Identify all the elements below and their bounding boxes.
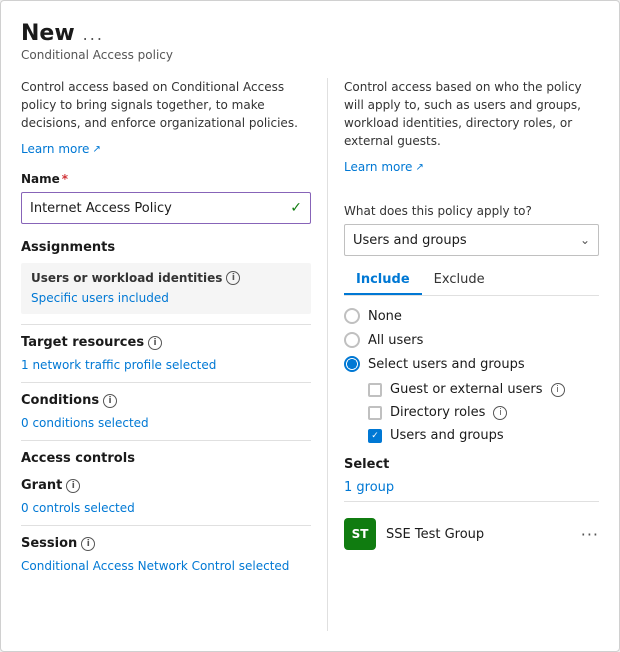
checkbox-users-groups-label: Users and groups: [390, 428, 504, 443]
checkbox-users-groups-box: [368, 429, 382, 443]
radio-none-label: None: [368, 309, 402, 324]
radio-all-users[interactable]: All users: [344, 332, 599, 348]
guest-info-icon[interactable]: i: [551, 383, 565, 397]
grant-label: Grant i: [21, 474, 311, 493]
select-label: Select: [344, 457, 599, 472]
radio-none[interactable]: None: [344, 308, 599, 324]
radio-none-circle: [344, 308, 360, 324]
checkbox-guest[interactable]: Guest or external users i: [368, 382, 599, 397]
main-content: Control access based on Conditional Acce…: [21, 78, 599, 631]
checkmark-icon: ✓: [290, 200, 302, 216]
group-item: ST SSE Test Group ···: [344, 512, 599, 556]
page-container: New ... Conditional Access policy Contro…: [0, 0, 620, 652]
checkbox-directory-label: Directory roles: [390, 405, 485, 420]
directory-info-icon[interactable]: i: [493, 406, 507, 420]
group-link[interactable]: 1 group: [344, 480, 394, 495]
radio-all-users-label: All users: [368, 333, 423, 348]
session-link[interactable]: Conditional Access Network Control selec…: [21, 559, 311, 573]
tab-exclude[interactable]: Exclude: [422, 266, 497, 295]
users-info-icon[interactable]: i: [226, 271, 240, 285]
divider: [344, 501, 599, 502]
right-description: Control access based on who the policy w…: [344, 78, 599, 150]
right-learn-more-link[interactable]: Learn more: [344, 160, 424, 174]
grant-info-icon[interactable]: i: [66, 479, 80, 493]
group-avatar: ST: [344, 518, 376, 550]
dropdown-arrow-icon: ⌄: [580, 233, 590, 247]
checkbox-guest-box: [368, 383, 382, 397]
left-learn-more-link[interactable]: Learn more: [21, 142, 101, 156]
radio-group: None All users Select users and groups: [344, 308, 599, 372]
checkbox-directory[interactable]: Directory roles i: [368, 405, 599, 420]
radio-select-users[interactable]: Select users and groups: [344, 356, 599, 372]
conditions-info-icon[interactable]: i: [103, 394, 117, 408]
right-panel: Control access based on who the policy w…: [327, 78, 599, 631]
target-resources-link[interactable]: 1 network traffic profile selected: [21, 358, 311, 372]
radio-select-users-circle: [344, 356, 360, 372]
session-info-icon[interactable]: i: [81, 537, 95, 551]
page-header: New ...: [21, 21, 599, 46]
users-specific-link[interactable]: Specific users included: [31, 291, 169, 305]
policy-question: What does this policy apply to?: [344, 204, 599, 218]
left-panel: Control access based on Conditional Acce…: [21, 78, 311, 631]
group-more-icon[interactable]: ···: [581, 525, 599, 544]
left-description: Control access based on Conditional Acce…: [21, 78, 311, 132]
target-resources-label: Target resources i: [21, 324, 311, 350]
checkbox-guest-label: Guest or external users: [390, 382, 543, 397]
checkbox-directory-box: [368, 406, 382, 420]
grant-link[interactable]: 0 controls selected: [21, 501, 311, 515]
radio-select-users-label: Select users and groups: [368, 357, 525, 372]
policy-dropdown[interactable]: Users and groups ⌄: [344, 224, 599, 256]
conditions-link[interactable]: 0 conditions selected: [21, 416, 311, 430]
group-name: SSE Test Group: [386, 527, 571, 542]
page-subtitle: Conditional Access policy: [21, 48, 599, 62]
name-label: Name*: [21, 172, 311, 186]
header-more-icon[interactable]: ...: [83, 25, 104, 44]
tab-include[interactable]: Include: [344, 266, 422, 295]
radio-all-users-circle: [344, 332, 360, 348]
target-resources-info-icon[interactable]: i: [148, 336, 162, 350]
page-title: New: [21, 21, 75, 46]
name-input[interactable]: Internet Access Policy ✓: [21, 192, 311, 224]
users-section[interactable]: Users or workload identities i Specific …: [21, 263, 311, 314]
conditions-label: Conditions i: [21, 382, 311, 408]
assignments-label: Assignments: [21, 240, 311, 255]
required-indicator: *: [62, 172, 68, 186]
checkbox-group: Guest or external users i Directory role…: [368, 382, 599, 443]
access-controls-label: Access controls: [21, 440, 311, 466]
users-section-label: Users or workload identities i: [31, 271, 301, 285]
checkbox-users-groups[interactable]: Users and groups: [368, 428, 599, 443]
dropdown-value: Users and groups: [353, 233, 467, 248]
include-exclude-tabs: Include Exclude: [344, 266, 599, 296]
session-label: Session i: [21, 525, 311, 551]
